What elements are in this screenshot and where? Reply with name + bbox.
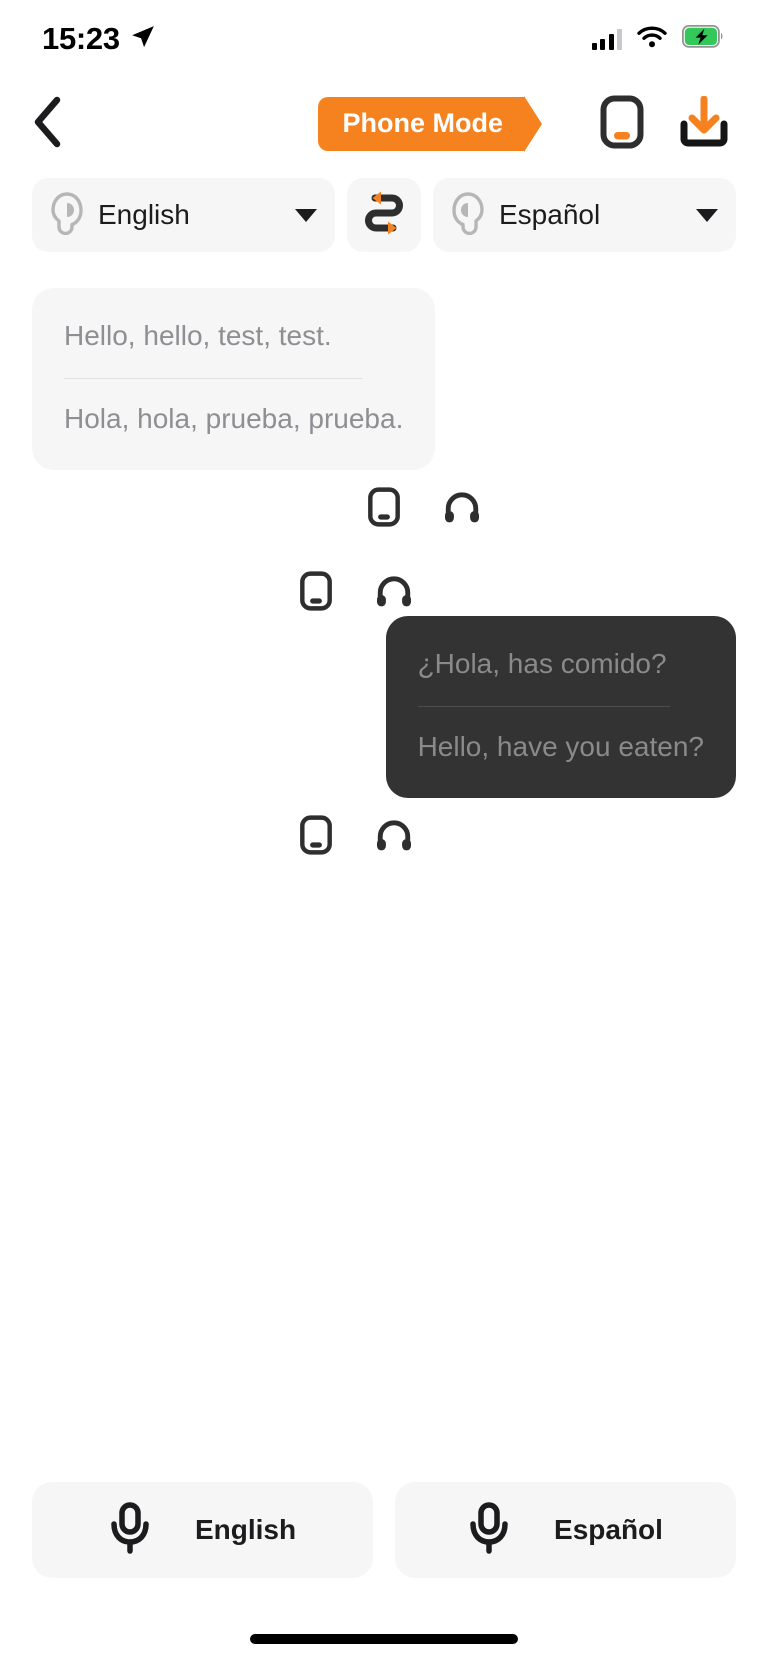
phone-speaker-button[interactable]	[362, 486, 406, 533]
home-indicator[interactable]	[250, 1634, 518, 1644]
message-bubble[interactable]: Hello, hello, test, test. Hola, hola, pr…	[32, 288, 436, 470]
phone-speaker-button[interactable]	[294, 570, 338, 617]
target-language-selector[interactable]: Español	[433, 178, 736, 252]
back-button[interactable]	[30, 96, 86, 152]
phone-speaker-icon	[299, 570, 333, 617]
message-source-text: ¿Hola, has comido?	[417, 647, 667, 679]
swap-languages-button[interactable]	[347, 178, 421, 252]
wifi-icon	[637, 25, 667, 53]
chevron-left-icon	[30, 96, 64, 153]
phone-mode-badge[interactable]: Phone Mode	[317, 96, 542, 152]
message-actions	[362, 470, 484, 532]
phone-speaker-button[interactable]	[294, 814, 338, 861]
battery-charging-icon	[681, 24, 724, 53]
earbud-right-icon	[451, 191, 485, 240]
headphones-icon	[375, 574, 413, 613]
status-bar-left: 15:23	[42, 21, 156, 57]
record-source-language-label: English	[194, 1514, 297, 1545]
status-time: 15:23	[42, 21, 120, 56]
headphones-playback-button[interactable]	[372, 816, 416, 860]
headphones-icon	[375, 818, 413, 857]
phone-speaker-button[interactable]	[594, 94, 650, 155]
language-selector-bar: English Español	[0, 170, 768, 252]
microphone-icon	[468, 1501, 510, 1559]
message-translated-text: Hello, have you eaten?	[417, 731, 704, 763]
message-divider	[417, 706, 670, 708]
target-language-label: Español	[499, 199, 601, 230]
message-bubble[interactable]: ¿Hola, has comido? Hello, have you eaten…	[385, 615, 736, 798]
chevron-down-icon	[295, 208, 317, 222]
message-translated-text: Hola, hola, prueba, prueba.	[64, 403, 404, 435]
message-group: Hello, hello, test, test. Hola, hola, pr…	[32, 288, 736, 532]
location-arrow-icon	[130, 24, 156, 55]
status-bar-right	[591, 24, 725, 53]
headphones-playback-button[interactable]	[440, 488, 484, 532]
message-group: ¿Hola, has comido? Hello, have you eaten…	[32, 554, 736, 860]
download-icon	[678, 95, 730, 153]
status-bar: 15:23	[0, 0, 768, 78]
phone-mode-label: Phone Mode	[317, 97, 525, 151]
message-source-text: Hello, hello, test, test.	[64, 320, 332, 351]
record-source-language-button[interactable]: English	[32, 1482, 373, 1578]
cellular-signal-icon	[591, 28, 622, 50]
phone-speaker-icon	[367, 486, 401, 533]
earbud-left-icon	[50, 191, 84, 240]
source-language-selector[interactable]: English	[32, 178, 335, 252]
source-language-label: English	[98, 199, 190, 230]
swap-languages-icon	[362, 188, 406, 243]
message-actions	[294, 798, 416, 860]
headphones-icon	[443, 490, 481, 529]
home-indicator-area	[0, 1616, 768, 1662]
message-actions	[294, 554, 416, 616]
nav-bar: Phone Mode	[0, 78, 768, 170]
chevron-down-icon	[696, 208, 718, 222]
download-button[interactable]	[676, 95, 732, 153]
app-screen: 15:23 Phone Mode English Español Hello, …	[0, 0, 768, 1662]
conversation-list: Hello, hello, test, test. Hola, hola, pr…	[0, 252, 768, 1482]
phone-speaker-icon	[599, 94, 645, 155]
headphones-playback-button[interactable]	[372, 572, 416, 616]
message-divider	[64, 378, 363, 380]
phone-mode-badge-tail	[524, 96, 542, 152]
record-target-language-button[interactable]: Español	[395, 1482, 736, 1578]
microphone-bar: English Español	[0, 1482, 768, 1578]
record-target-language-label: Español	[554, 1514, 663, 1545]
message-group-gap	[32, 532, 736, 554]
phone-speaker-icon	[299, 814, 333, 861]
microphone-icon	[109, 1501, 151, 1559]
